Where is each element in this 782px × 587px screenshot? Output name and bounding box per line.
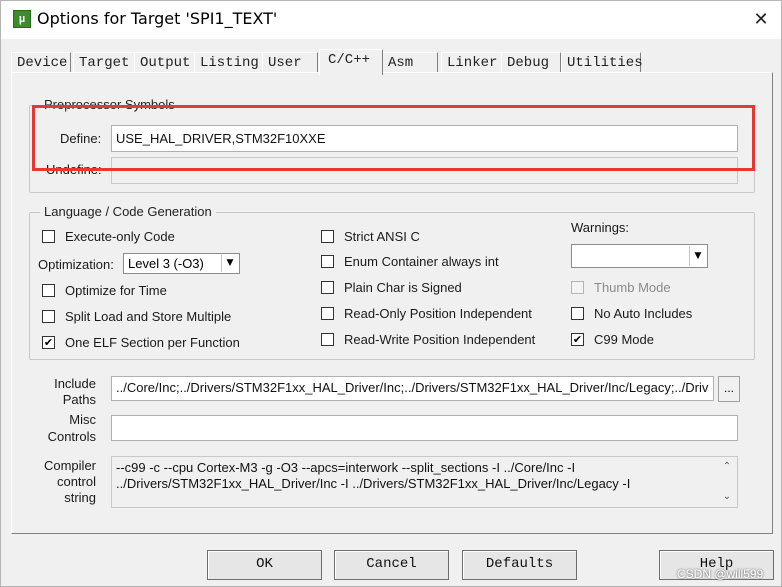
tab-user[interactable]: User bbox=[262, 52, 318, 73]
tab-linker[interactable]: Linker bbox=[441, 52, 503, 73]
cancel-button[interactable]: Cancel bbox=[334, 550, 449, 580]
split-load-checkbox[interactable] bbox=[42, 310, 55, 323]
split-load-check[interactable]: Split Load and Store Multiple bbox=[42, 309, 262, 325]
defaults-button[interactable]: Defaults bbox=[462, 550, 577, 580]
rwpi-checkbox[interactable] bbox=[321, 333, 334, 346]
tab-debug[interactable]: Debug bbox=[501, 52, 561, 73]
optimization-select[interactable]: Level 3 (-O3) ▼ bbox=[123, 253, 240, 274]
tab-utilities[interactable]: Utilities bbox=[561, 52, 643, 73]
include-paths-field[interactable]: ../Core/Inc;../Drivers/STM32F1xx_HAL_Dri… bbox=[111, 376, 714, 401]
warnings-select[interactable]: ▼ bbox=[571, 244, 708, 268]
compiler-control-string[interactable]: --c99 -c --cpu Cortex-M3 -g -O3 --apcs=i… bbox=[111, 456, 738, 508]
c99-mode-label: C99 Mode bbox=[594, 332, 654, 347]
compiler-label-2: control bbox=[56, 474, 96, 489]
ropi-check[interactable]: Read-Only Position Independent bbox=[321, 306, 551, 322]
optimize-time-check[interactable]: Optimize for Time bbox=[42, 283, 242, 299]
no-auto-includes-label: No Auto Includes bbox=[594, 306, 693, 321]
include-label-1: Include bbox=[54, 376, 96, 391]
optimize-time-checkbox[interactable] bbox=[42, 284, 55, 297]
tab-device[interactable]: Device bbox=[11, 52, 71, 73]
include-label-2: Paths bbox=[62, 392, 96, 407]
rwpi-check[interactable]: Read-Write Position Independent bbox=[321, 332, 551, 348]
compiler-control-line-1: --c99 -c --cpu Cortex-M3 -g -O3 --apcs=i… bbox=[116, 460, 576, 475]
one-elf-checkbox[interactable]: ✔ bbox=[42, 336, 55, 349]
include-browse-button[interactable]: ... bbox=[718, 376, 740, 402]
misc-controls-field[interactable] bbox=[111, 415, 738, 441]
chevron-down-icon: ▼ bbox=[221, 255, 238, 272]
strict-ansi-label: Strict ANSI C bbox=[344, 229, 420, 244]
ok-button[interactable]: OK bbox=[207, 550, 322, 580]
enum-container-checkbox[interactable] bbox=[321, 255, 334, 268]
language-group-title: Language / Code Generation bbox=[40, 204, 216, 219]
enum-container-label: Enum Container always int bbox=[344, 254, 499, 269]
enum-container-check[interactable]: Enum Container always int bbox=[321, 254, 541, 270]
rwpi-label: Read-Write Position Independent bbox=[344, 332, 536, 347]
close-button[interactable]: ✕ bbox=[743, 5, 779, 35]
no-auto-includes-check[interactable]: No Auto Includes bbox=[571, 306, 721, 322]
plain-char-label: Plain Char is Signed bbox=[344, 280, 462, 295]
optimization-value: Level 3 (-O3) bbox=[128, 256, 204, 271]
split-load-label: Split Load and Store Multiple bbox=[65, 309, 232, 324]
compiler-label-1: Compiler bbox=[43, 458, 96, 473]
tab-c-cpp[interactable]: C/C++ bbox=[319, 49, 383, 75]
one-elf-label: One ELF Section per Function bbox=[65, 335, 240, 350]
close-icon: ✕ bbox=[753, 9, 769, 30]
optimization-label: Optimization: bbox=[38, 257, 114, 272]
watermark: CSDN @will599 bbox=[677, 567, 764, 581]
tab-listing[interactable]: Listing bbox=[194, 52, 264, 73]
scroll-up-icon[interactable]: ⌃ bbox=[719, 459, 735, 475]
misc-label-2: Controls bbox=[47, 429, 96, 444]
compiler-label-3: string bbox=[64, 490, 96, 505]
keil-app-icon: µ bbox=[13, 10, 31, 28]
tab-asm[interactable]: Asm bbox=[382, 52, 438, 73]
compiler-control-line-2: ../Drivers/STM32F1xx_HAL_Driver/Inc -I .… bbox=[116, 476, 631, 491]
one-elf-check[interactable]: ✔ One ELF Section per Function bbox=[42, 335, 262, 351]
execute-only-label: Execute-only Code bbox=[65, 229, 175, 244]
ropi-label: Read-Only Position Independent bbox=[344, 306, 532, 321]
chevron-down-icon: ▼ bbox=[689, 246, 706, 266]
define-highlight-box bbox=[32, 105, 755, 171]
compiler-control-scrollbar[interactable]: ⌃ ⌄ bbox=[719, 459, 735, 505]
title-bar: µ Options for Target 'SPI1_TEXT' ✕ bbox=[1, 1, 781, 39]
ropi-checkbox[interactable] bbox=[321, 307, 334, 320]
tab-output[interactable]: Output bbox=[134, 52, 196, 73]
misc-label-1: Misc bbox=[69, 412, 96, 427]
options-dialog: µ Options for Target 'SPI1_TEXT' ✕ Devic… bbox=[0, 0, 782, 587]
tab-bar: Device Target Output Listing User C/C++ … bbox=[11, 49, 771, 75]
strict-ansi-check[interactable]: Strict ANSI C bbox=[321, 229, 521, 245]
tab-target[interactable]: Target bbox=[73, 52, 135, 73]
scroll-down-icon[interactable]: ⌄ bbox=[719, 489, 735, 505]
thumb-mode-checkbox[interactable] bbox=[571, 281, 584, 294]
execute-only-check[interactable]: Execute-only Code bbox=[42, 229, 242, 245]
thumb-mode-check[interactable]: Thumb Mode bbox=[571, 280, 721, 296]
no-auto-includes-checkbox[interactable] bbox=[571, 307, 584, 320]
execute-only-checkbox[interactable] bbox=[42, 230, 55, 243]
strict-ansi-checkbox[interactable] bbox=[321, 230, 334, 243]
window-title: Options for Target 'SPI1_TEXT' bbox=[37, 9, 278, 28]
c99-mode-check[interactable]: ✔ C99 Mode bbox=[571, 332, 721, 348]
thumb-mode-label: Thumb Mode bbox=[594, 280, 671, 295]
c99-mode-checkbox[interactable]: ✔ bbox=[571, 333, 584, 346]
warnings-label: Warnings: bbox=[571, 220, 630, 235]
optimize-time-label: Optimize for Time bbox=[65, 283, 167, 298]
plain-char-check[interactable]: Plain Char is Signed bbox=[321, 280, 541, 296]
plain-char-checkbox[interactable] bbox=[321, 281, 334, 294]
